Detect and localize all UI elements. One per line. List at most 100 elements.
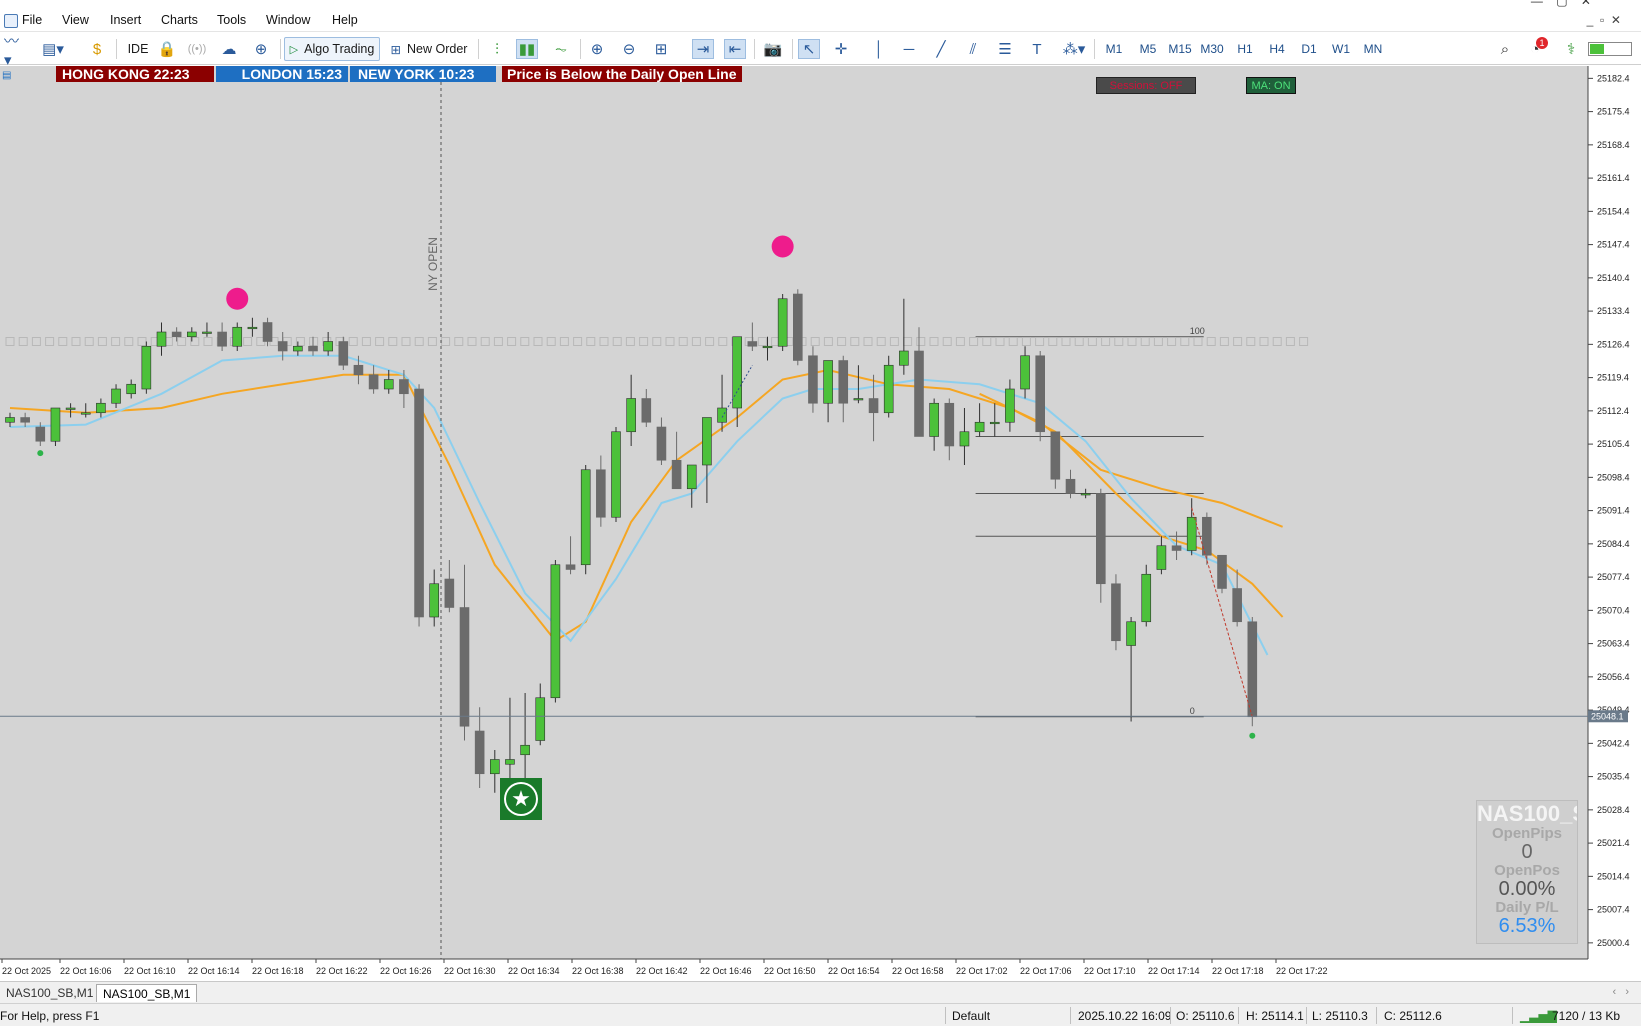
candle-body — [80, 412, 91, 415]
candle-body — [959, 431, 970, 447]
window-controls[interactable]: — ▢ ✕ — [1531, 0, 1591, 8]
tf-h1[interactable]: H1 — [1232, 39, 1258, 59]
crosshair-icon[interactable]: ✛ — [830, 39, 852, 59]
ide-button[interactable]: IDE — [122, 37, 154, 61]
menu-tools[interactable]: Tools — [217, 13, 246, 27]
candle-body — [686, 464, 697, 490]
candle-body — [353, 364, 364, 376]
text-icon[interactable]: T — [1026, 39, 1048, 59]
ma-toggle-button[interactable]: MA: ON — [1246, 77, 1296, 94]
tf-m15[interactable]: M15 — [1164, 39, 1196, 59]
candle-body — [277, 341, 288, 352]
menu-help[interactable]: Help — [332, 13, 358, 27]
y-tick-label: 25014.4 — [1597, 871, 1630, 881]
candle-body — [671, 459, 682, 490]
green-signal-dot — [37, 450, 44, 457]
line-chart-icon[interactable]: ⏦ — [550, 39, 572, 59]
candle-body — [171, 331, 182, 338]
info-daily-pl-value: 6.53% — [1498, 915, 1556, 937]
candle-body — [1126, 621, 1136, 646]
chart-tabs-bar: NAS100_SB,M1 NAS100_SB,M1 ‹ › — [0, 981, 1641, 1003]
signal-icon[interactable]: ((•)) — [186, 39, 208, 59]
candles-icon[interactable]: ▮▮ — [516, 39, 538, 59]
shapes-icon[interactable]: ⁂▾ — [1058, 39, 1090, 59]
candle-body — [247, 326, 258, 330]
zoom-in-icon[interactable]: ⊕ — [586, 39, 608, 59]
menu-window[interactable]: Window — [266, 13, 310, 27]
chart-tab-1[interactable]: NAS100_SB,M1 — [0, 984, 99, 1002]
app-icon — [4, 14, 18, 28]
algo-trading-button[interactable]: ▷ Algo Trading — [284, 37, 380, 61]
chart-type-icon[interactable]: 〰▾ — [4, 33, 26, 69]
x-tick-label: 22 Oct 16:14 — [188, 966, 240, 976]
x-tick-label: 22 Oct 16:58 — [892, 966, 944, 976]
y-tick-label: 25119.4 — [1597, 373, 1629, 383]
trendline-icon[interactable]: ╱ — [930, 39, 952, 59]
status-profile: Default — [952, 1009, 991, 1023]
child-window-controls[interactable]: _ ▫ ✕ — [1587, 13, 1621, 27]
screenshot-icon[interactable]: 📷 — [762, 39, 784, 59]
x-tick-label: 22 Oct 2025 — [2, 966, 51, 976]
y-tick-label: 25021.4 — [1597, 838, 1630, 848]
candle-body — [868, 398, 879, 414]
tf-m5[interactable]: M5 — [1134, 39, 1162, 59]
menu-file[interactable]: File — [22, 13, 42, 27]
search-icon[interactable]: ⌕ — [1494, 39, 1516, 59]
zoom-out-icon[interactable]: ⊖ — [618, 39, 640, 59]
candle-body — [338, 341, 349, 366]
chart-tab-2[interactable]: NAS100_SB,M1 — [96, 984, 198, 1002]
candle-body — [1247, 621, 1258, 718]
menu-insert[interactable]: Insert — [110, 13, 141, 27]
chart-shift-icon[interactable]: ⇤ — [724, 39, 746, 59]
vertical-line-icon[interactable]: │ — [868, 39, 890, 59]
candle-body — [747, 341, 758, 347]
y-tick-label: 25182.4 — [1597, 73, 1630, 83]
y-tick-label: 25140.4 — [1597, 273, 1630, 283]
candle-body — [717, 407, 727, 423]
y-tick-label: 25168.4 — [1597, 140, 1630, 150]
autoscroll-icon[interactable]: ⇥ — [692, 39, 714, 59]
channel-icon[interactable]: ⫽ — [962, 39, 984, 59]
candle-body — [1035, 355, 1045, 433]
dollar-icon[interactable]: $ — [86, 39, 108, 59]
status-low: L: 25110.3 — [1312, 1009, 1368, 1023]
x-tick-label: 22 Oct 17:14 — [1148, 966, 1200, 976]
candle-body — [1171, 545, 1182, 551]
lock-icon[interactable]: 🔒 — [156, 39, 178, 59]
new-order-button[interactable]: ⊞ New Order — [385, 37, 473, 61]
chart-template-icon[interactable]: ▤▾ — [42, 39, 64, 59]
tf-m30[interactable]: M30 — [1196, 39, 1228, 59]
candle-body — [96, 402, 106, 414]
grid-icon[interactable]: ⊞ — [650, 39, 672, 59]
menu-view[interactable]: View — [62, 13, 89, 27]
cloud-icon[interactable]: ☁ — [218, 39, 240, 59]
sessions-toggle-button[interactable]: Sessions: OFF — [1096, 77, 1196, 94]
info-open-pos-value: 0.00% — [1498, 878, 1556, 900]
tf-w1[interactable]: W1 — [1328, 39, 1354, 59]
candle-body — [141, 345, 152, 390]
tf-h4[interactable]: H4 — [1264, 39, 1290, 59]
y-tick-label: 25063.4 — [1597, 639, 1630, 649]
connection-icon[interactable]: ⚕ — [1560, 39, 1582, 59]
tf-mn[interactable]: MN — [1358, 39, 1388, 59]
symbol-icon: ▤ — [2, 70, 12, 81]
menu-bar: File View Insert Charts Tools Window Hel… — [0, 10, 1641, 32]
y-tick-label: 25028.4 — [1597, 805, 1630, 815]
cursor-icon[interactable]: ↖ — [798, 39, 820, 59]
price-chart[interactable]: 100 0 25182.4 25175.4 25168.4 25161.4 25154.4… — [0, 66, 1641, 981]
tf-m1[interactable]: M1 — [1100, 39, 1128, 59]
status-bar: For Help, press F1 Default 2025.10.22 16… — [0, 1003, 1641, 1026]
tf-d1[interactable]: D1 — [1296, 39, 1322, 59]
tab-scroll-arrows[interactable]: ‹ › — [1613, 986, 1630, 998]
info-open-pos-label: OpenPos — [1494, 862, 1560, 879]
fib-level-label: 100 — [1190, 326, 1205, 336]
bar-chart-icon[interactable]: ⫶ — [486, 39, 508, 59]
fibonacci-icon[interactable]: ☰ — [994, 39, 1016, 59]
menu-charts[interactable]: Charts — [161, 13, 198, 27]
chart-area[interactable]: 100 0 25182.4 25175.4 25168.4 25161.4 25154.4… — [0, 66, 1641, 981]
vps-icon[interactable]: ⊕ — [250, 39, 272, 59]
candle-body — [399, 379, 409, 395]
y-tick-label: 25175.4 — [1597, 107, 1630, 117]
candle-body — [550, 564, 561, 699]
horizontal-line-icon[interactable]: ─ — [898, 39, 920, 59]
